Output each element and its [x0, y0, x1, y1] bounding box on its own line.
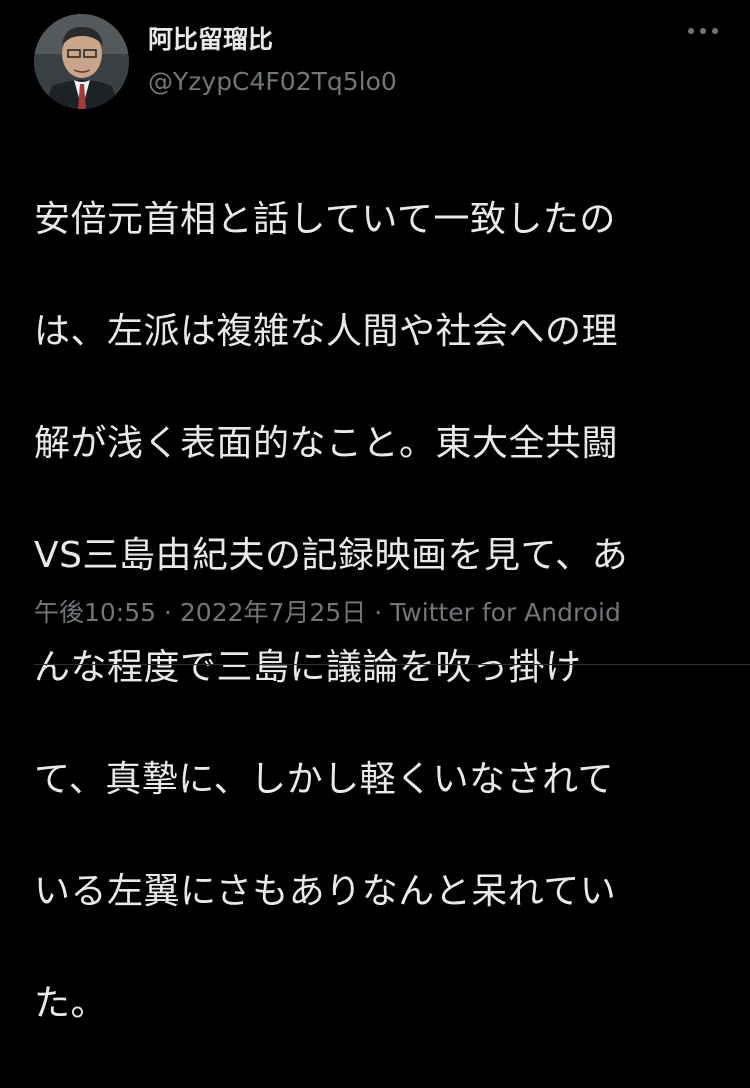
separator-dot: · — [164, 598, 180, 627]
tweet-time[interactable]: 午後10:55 — [34, 598, 156, 627]
separator-dot: · — [374, 598, 391, 627]
tweet-text-line: は、左派は複雑な人間や社会への理 — [34, 311, 619, 352]
more-options-icon[interactable] — [688, 28, 718, 34]
tweet: 阿比留瑠比 @YzypC4F02Tq5lo0 安倍元首相と話していて一致したの … — [0, 0, 750, 1024]
tweet-date[interactable]: 2022年7月25日 — [180, 598, 366, 627]
tweet-metadata: 午後10:55 · 2022年7月25日 · Twitter for Andro… — [34, 597, 621, 629]
tweet-text-line: た。 — [34, 983, 108, 1024]
tweet-text-line: 解が浅く表面的なこと。東大全共闘 — [34, 423, 619, 464]
tweet-client-link[interactable]: Twitter for Android — [390, 598, 621, 627]
tweet-text-line: いる左翼にさもありなんと呆れてい — [34, 871, 617, 912]
author-names: 阿比留瑠比 @YzypC4F02Tq5lo0 — [148, 25, 397, 97]
tweet-text-line: んな程度で三島に議論を吹っ掛け — [34, 647, 582, 688]
avatar[interactable] — [34, 14, 129, 109]
user-handle[interactable]: @YzypC4F02Tq5lo0 — [148, 67, 397, 97]
dot — [712, 28, 718, 34]
tweet-text-line: VS三島由紀夫の記録映画を見て、あ — [34, 535, 629, 576]
divider — [34, 664, 750, 665]
display-name[interactable]: 阿比留瑠比 — [148, 25, 397, 55]
avatar-photo-icon — [34, 14, 129, 109]
dot — [688, 28, 694, 34]
tweet-text-line: 安倍元首相と話していて一致したの — [34, 199, 616, 240]
tweet-header: 阿比留瑠比 @YzypC4F02Tq5lo0 — [34, 14, 724, 109]
dot — [700, 28, 706, 34]
tweet-text-line: て、真摯に、しかし軽くいなされて — [34, 759, 615, 800]
